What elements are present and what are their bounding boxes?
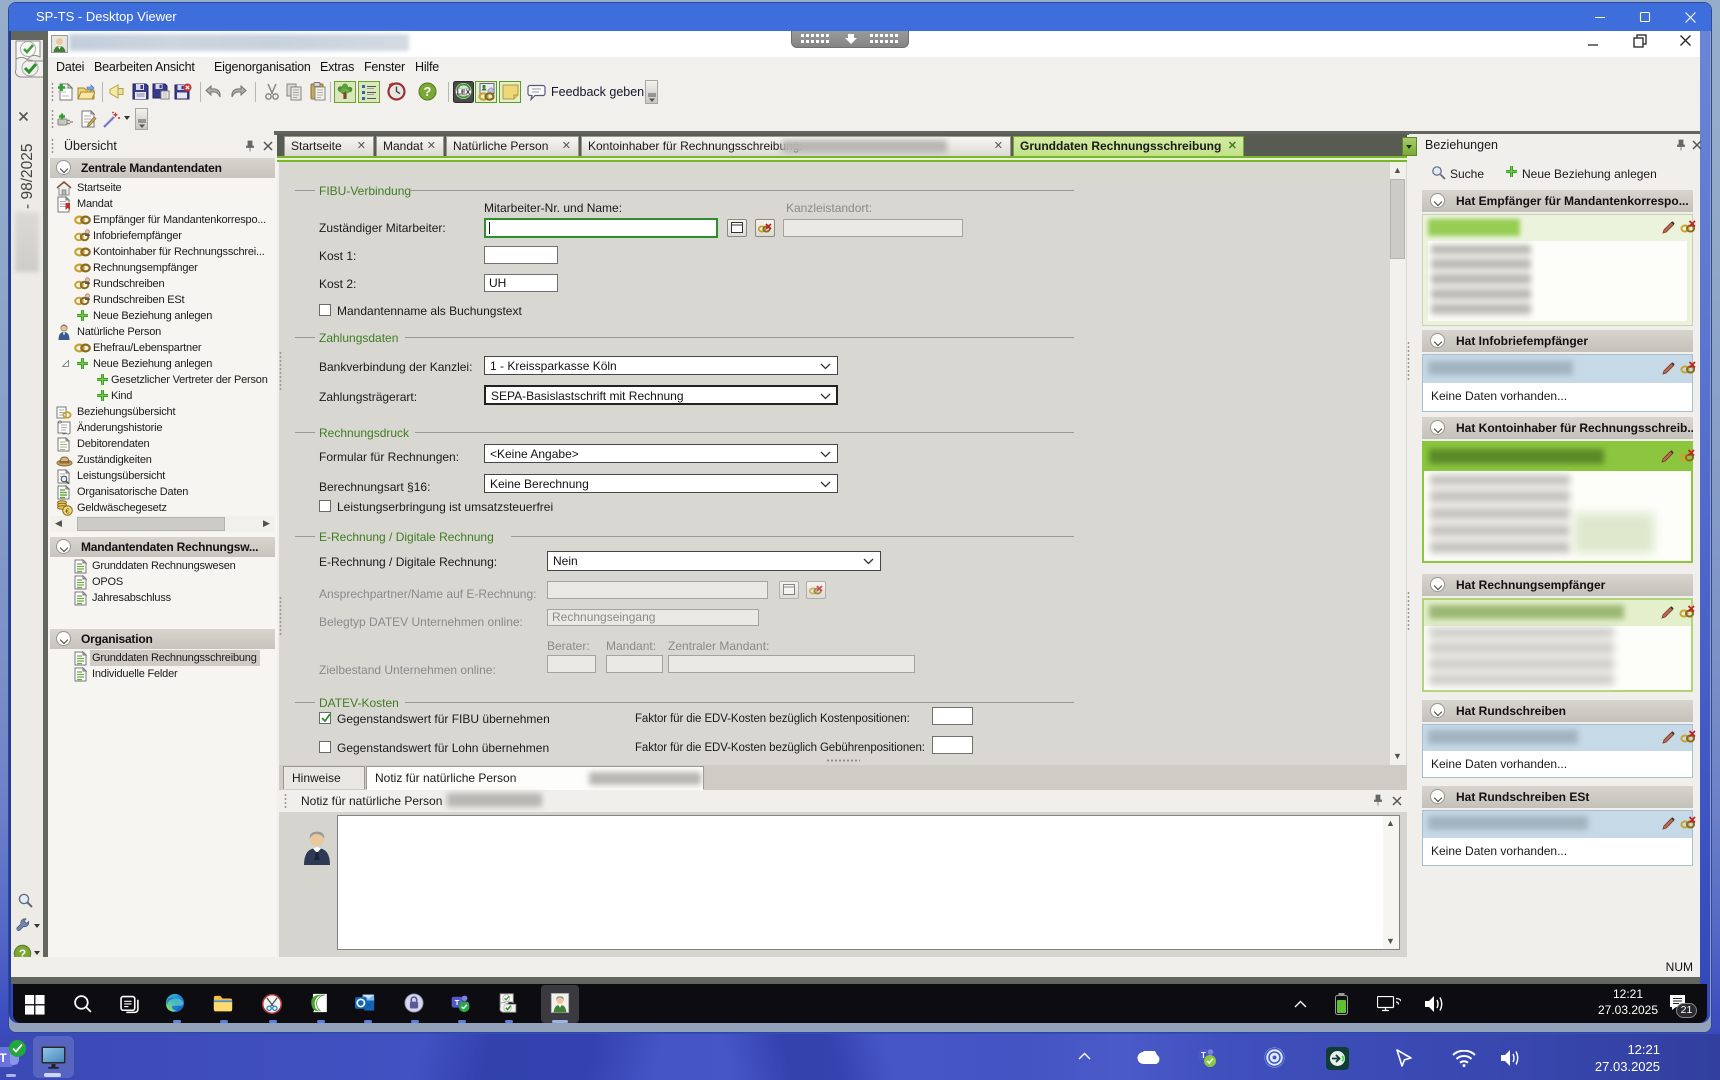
svg-text:LEX: LEX	[457, 90, 471, 97]
svg-text:T: T	[0, 1051, 7, 1065]
svg-text:?: ?	[424, 85, 432, 99]
